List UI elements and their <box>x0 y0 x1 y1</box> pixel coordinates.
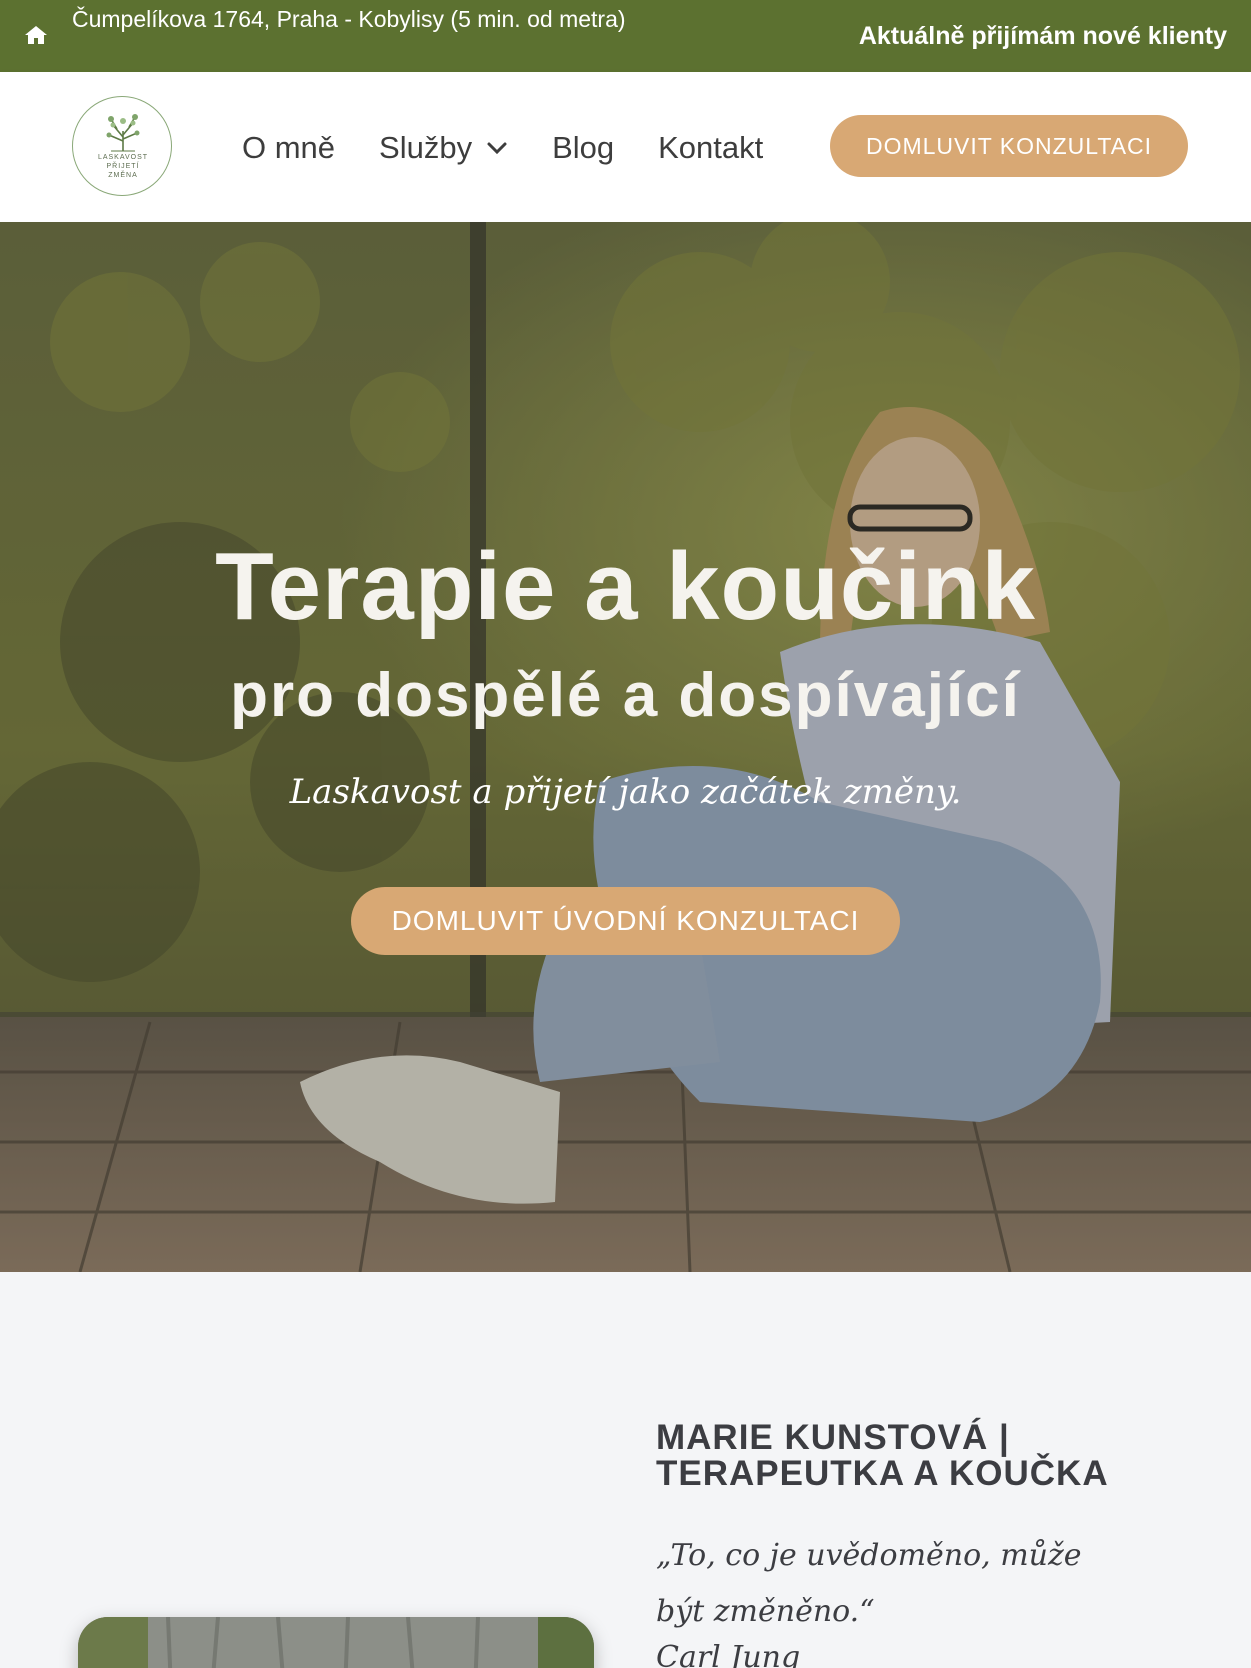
hero-tagline: Laskavost a přijetí jako začátek změny. <box>289 772 962 812</box>
main-nav: O mně Služby Blog Kontakt <box>242 128 807 168</box>
therapist-photo <box>78 1617 594 1668</box>
hero-subtitle: pro dospělé a dospívající <box>230 661 1021 730</box>
hero-section: Terapie a koučink pro dospělé a dospívaj… <box>0 222 1251 1272</box>
book-intro-consultation-button[interactable]: DOMLUVIT ÚVODNÍ KONZULTACI <box>351 887 900 955</box>
chevron-down-icon <box>487 142 507 155</box>
nav-item-kontakt[interactable]: Kontakt <box>658 128 763 168</box>
quote-text: „To, co je uvědoměno, může být změněno.“ <box>656 1538 1082 1629</box>
about-title: MARIE KUNSTOVÁ | TERAPEUTKA A KOUČKA <box>656 1418 1109 1493</box>
address-text: Čumpelíkova 1764, Praha - Kobylisy (5 mi… <box>72 6 626 32</box>
top-info-bar: Čumpelíkova 1764, Praha - Kobylisy (5 mi… <box>0 0 1251 72</box>
site-logo[interactable]: LASKAVOST PŘIJETÍ ZMĚNA <box>72 96 172 196</box>
nav-item-sluzby[interactable]: Služby <box>379 128 508 168</box>
tree-icon <box>106 114 140 152</box>
book-consultation-button[interactable]: DOMLUVIT KONZULTACI <box>830 115 1188 177</box>
therapist-photo-image <box>78 1617 594 1668</box>
quote-author: Carl Jung <box>656 1640 801 1668</box>
nav-item-o-mne[interactable]: O mně <box>242 128 335 168</box>
nav-item-blog[interactable]: Blog <box>552 128 614 168</box>
hero-overlay <box>0 222 1251 1272</box>
logo-text: LASKAVOST PŘIJETÍ ZMĚNA <box>97 154 149 179</box>
site-header: LASKAVOST PŘIJETÍ ZMĚNA O mně Služby Blo… <box>0 72 1251 222</box>
hero-title: Terapie a koučink <box>215 533 1036 640</box>
availability-notice: Aktuálně přijímám nové klienty <box>858 22 1227 50</box>
home-icon <box>25 26 47 44</box>
